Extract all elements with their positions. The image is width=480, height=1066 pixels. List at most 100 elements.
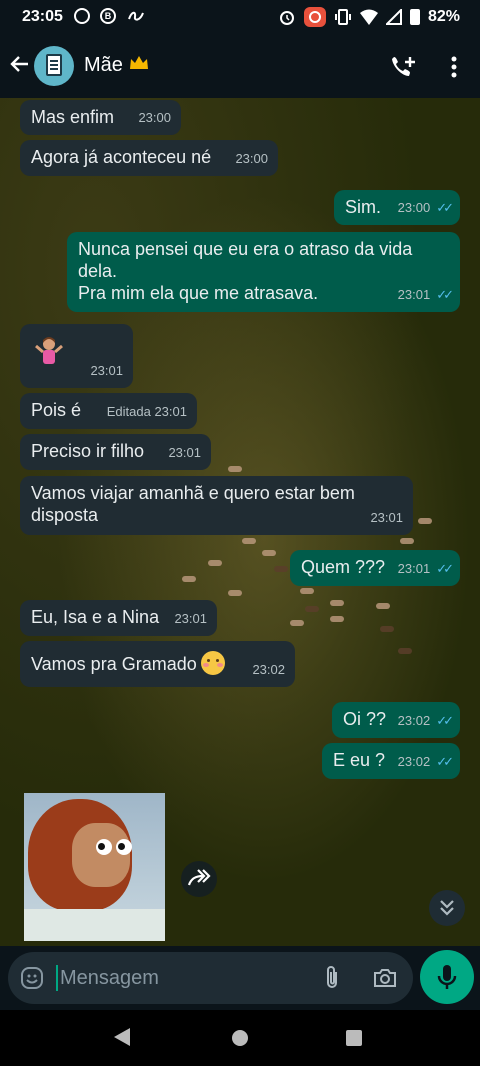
message-input[interactable]: Mensagem: [56, 965, 159, 991]
message-time: 23:01: [154, 404, 187, 419]
monkey-puppet-sticker[interactable]: [24, 793, 165, 941]
outgoing-message[interactable]: Quem ??? 23:01 ✓✓: [290, 550, 460, 586]
sticker-monkey-eye: [116, 839, 132, 855]
message-time: 23:01: [174, 611, 207, 626]
message-text: Sim.: [345, 197, 381, 217]
alarm-icon: [279, 11, 294, 25]
wallpaper-horse: [182, 576, 196, 582]
message-time: 23:02: [397, 754, 431, 769]
status-time: 23:05: [22, 8, 63, 25]
system-nav-bar: [0, 1010, 480, 1066]
battery-icon: [409, 9, 420, 25]
b-app-notification-icon: B: [100, 8, 116, 24]
message-text: Quem ???: [301, 557, 386, 577]
message-text: Nunca pensei que eu era o atraso da vida…: [78, 239, 413, 303]
forward-button[interactable]: [181, 861, 217, 897]
read-ticks-icon: ✓✓: [436, 561, 454, 576]
wallpaper-horse: [300, 588, 314, 594]
message-text: Eu, Isa e a Nina: [31, 607, 160, 627]
wallpaper-horse: [330, 616, 344, 622]
message-time: 23:02: [397, 713, 431, 728]
read-ticks-icon: ✓✓: [436, 754, 454, 769]
sticker-monkey-body: [24, 909, 165, 941]
wallpaper-horse: [228, 466, 242, 472]
link-notification-icon: [128, 11, 144, 21]
more-options-icon[interactable]: [444, 54, 464, 80]
message-meta: 23:01 ✓✓: [398, 284, 454, 306]
camera-icon[interactable]: [372, 966, 398, 990]
emoji-sticker-icon[interactable]: [20, 966, 44, 990]
woman-shrugging-emoji-icon: [35, 337, 63, 364]
message-text: Preciso ir filho: [31, 441, 145, 461]
message-time: 23:01: [90, 363, 123, 378]
chat-header: Mãe: [0, 34, 480, 98]
message-text: Vamos viajar amanhã e quero estar bem di…: [31, 483, 355, 525]
message-text: Pois é: [31, 400, 82, 420]
wallpaper-horse: [242, 538, 256, 544]
message-text: E eu ?: [333, 750, 386, 770]
nav-back-icon[interactable]: [114, 1028, 130, 1046]
crown-emoji-icon: [129, 56, 148, 69]
nav-home-icon[interactable]: [232, 1030, 248, 1046]
voice-record-button[interactable]: [420, 950, 474, 1004]
message-text: Agora já aconteceu né: [31, 147, 212, 167]
message-time: 23:01: [168, 445, 201, 460]
wallpaper-horse: [290, 620, 304, 626]
incoming-message[interactable]: Vamos viajar amanhã e quero estar bem di…: [20, 476, 413, 535]
vibrate-icon: [334, 9, 351, 25]
wallpaper-horse: [418, 518, 432, 524]
back-arrow-icon[interactable]: [8, 52, 32, 76]
message-time: 23:01: [397, 561, 431, 576]
incoming-message[interactable]: Mas enfim 23:00: [20, 100, 181, 135]
message-time: 23:01: [370, 510, 403, 525]
add-call-icon[interactable]: [390, 54, 418, 80]
read-ticks-icon: ✓✓: [436, 287, 454, 302]
outgoing-message[interactable]: E eu ? 23:02 ✓✓: [322, 743, 460, 779]
message-time: 23:00: [138, 110, 171, 125]
contact-avatar[interactable]: [34, 46, 74, 86]
message-meta: 23:01 ✓✓: [397, 558, 454, 580]
forward-arrow-icon: [187, 869, 211, 886]
wallpaper-horse: [228, 590, 242, 596]
outgoing-message[interactable]: Oi ?? 23:02 ✓✓: [332, 702, 460, 738]
battery-percent: 82%: [427, 8, 460, 25]
wifi-icon: [359, 9, 378, 25]
outgoing-message[interactable]: Nunca pensei que eu era o atraso da vida…: [67, 232, 460, 312]
wallpaper-horse: [305, 606, 319, 612]
settings-notification-icon: [74, 8, 90, 24]
contact-name-text: Mãe: [84, 54, 123, 76]
wallpaper-horse: [208, 560, 222, 566]
record-icon: [303, 7, 326, 27]
contact-name[interactable]: Mãe: [84, 54, 149, 77]
incoming-message[interactable]: Agora já aconteceu né 23:00: [20, 140, 278, 176]
system-icons: 82%: [278, 7, 460, 27]
double-chevron-down-icon: [440, 900, 454, 916]
incoming-message[interactable]: Preciso ir filho 23:01: [20, 434, 211, 470]
message-meta: 23:02 ✓✓: [397, 751, 454, 773]
sticker-monkey-eye: [96, 839, 112, 855]
message-text: Mas enfim: [31, 107, 115, 127]
incoming-message[interactable]: Vamos pra Gramado 23:02: [20, 641, 295, 687]
message-input-pill[interactable]: Mensagem: [8, 952, 413, 1004]
wallpaper-horse: [400, 538, 414, 544]
microphone-icon: [437, 965, 457, 989]
wallpaper-horse: [274, 566, 288, 572]
wallpaper-horse: [262, 550, 276, 556]
wallpaper-horse: [376, 603, 390, 609]
sticker-monkey-face: [72, 823, 130, 887]
wallpaper-horse: [398, 648, 412, 654]
incoming-emoji-message[interactable]: 23:01: [20, 324, 133, 388]
document-icon: [46, 54, 62, 76]
incoming-message[interactable]: Pois é Editada 23:01: [20, 393, 197, 429]
message-text: Vamos pra Gramado: [31, 654, 197, 674]
incoming-message[interactable]: Eu, Isa e a Nina 23:01: [20, 600, 217, 636]
notification-icons: B: [74, 8, 146, 24]
wallpaper-horse: [330, 600, 344, 606]
outgoing-message[interactable]: Sim. 23:00 ✓✓: [334, 190, 460, 225]
attach-clip-icon[interactable]: [320, 964, 344, 992]
message-time: 23:02: [252, 662, 285, 677]
chat-wallpaper[interactable]: Mas enfim 23:00 Agora já aconteceu né 23…: [0, 98, 480, 946]
nav-recents-icon[interactable]: [346, 1030, 362, 1046]
scroll-to-bottom-button[interactable]: [429, 890, 465, 926]
message-text: Oi ??: [343, 709, 387, 729]
